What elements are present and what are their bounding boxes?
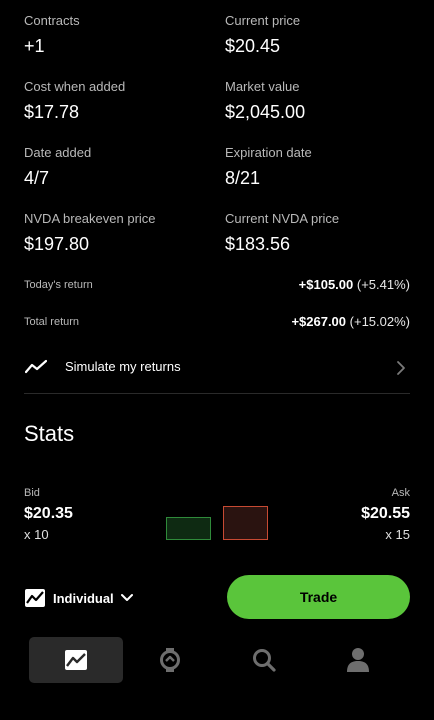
account-icon [347,648,369,672]
market-value-value: $2,045.00 [225,102,306,122]
nav-search[interactable] [217,637,311,683]
expiration-label: Expiration date [225,145,312,160]
todays-return-value: +$105.00 (+5.41%) [299,277,410,292]
bid-quantity: x 10 [24,527,49,542]
divider [24,393,410,394]
ask-label: Ask [391,487,410,499]
trend-line-icon [25,359,47,374]
stats-title: Stats [24,421,75,446]
cost-value: $17.78 [24,102,80,122]
chevron-right-icon [397,361,405,375]
ask-value: $20.55 [361,505,410,522]
todays-return-pct: (+5.41%) [356,277,410,292]
ask-size-bar [223,506,268,540]
contracts-label: Contracts [24,13,80,28]
search-icon [253,649,276,672]
chart-icon [65,650,87,670]
nav-options[interactable] [123,637,217,683]
current-nvda-label: Current NVDA price [225,211,340,226]
date-added-label: Date added [24,145,92,160]
total-return-value: +$267.00 (+15.02%) [291,314,410,329]
bid-value: $20.35 [24,505,73,522]
total-return-amount: +$267.00 [291,314,347,329]
nav-chart[interactable] [29,637,123,683]
todays-return-amount: +$105.00 [298,277,354,292]
bid-size-bar [166,517,211,540]
breakeven-label: NVDA breakeven price [24,211,156,226]
account-selector[interactable]: Individual [24,585,134,611]
current-price-value: $20.45 [225,36,281,56]
todays-return-label: Today's return [24,279,93,291]
simulate-returns-label: Simulate my returns [65,359,181,374]
breakeven-value: $197.80 [24,234,90,254]
current-nvda-value: $183.56 [225,234,291,254]
account-label: Individual [53,590,114,606]
bid-label: Bid [24,487,40,499]
total-return-pct: (+15.02%) [349,314,410,329]
current-price-label: Current price [225,13,301,28]
total-return-label: Total return [24,316,80,328]
cost-label: Cost when added [24,79,126,94]
nav-account[interactable] [311,637,405,683]
simulate-returns-row[interactable]: Simulate my returns [0,348,434,388]
portfolio-chart-icon [25,589,45,607]
ask-quantity: x 15 [385,527,410,542]
expiration-value: 8/21 [225,168,261,188]
chevron-down-icon [120,594,133,601]
date-added-value: 4/7 [24,168,50,188]
contracts-value: +1 [24,36,45,56]
market-value-label: Market value [225,79,300,94]
options-icon [160,648,180,672]
trade-button[interactable]: Trade [227,575,410,619]
